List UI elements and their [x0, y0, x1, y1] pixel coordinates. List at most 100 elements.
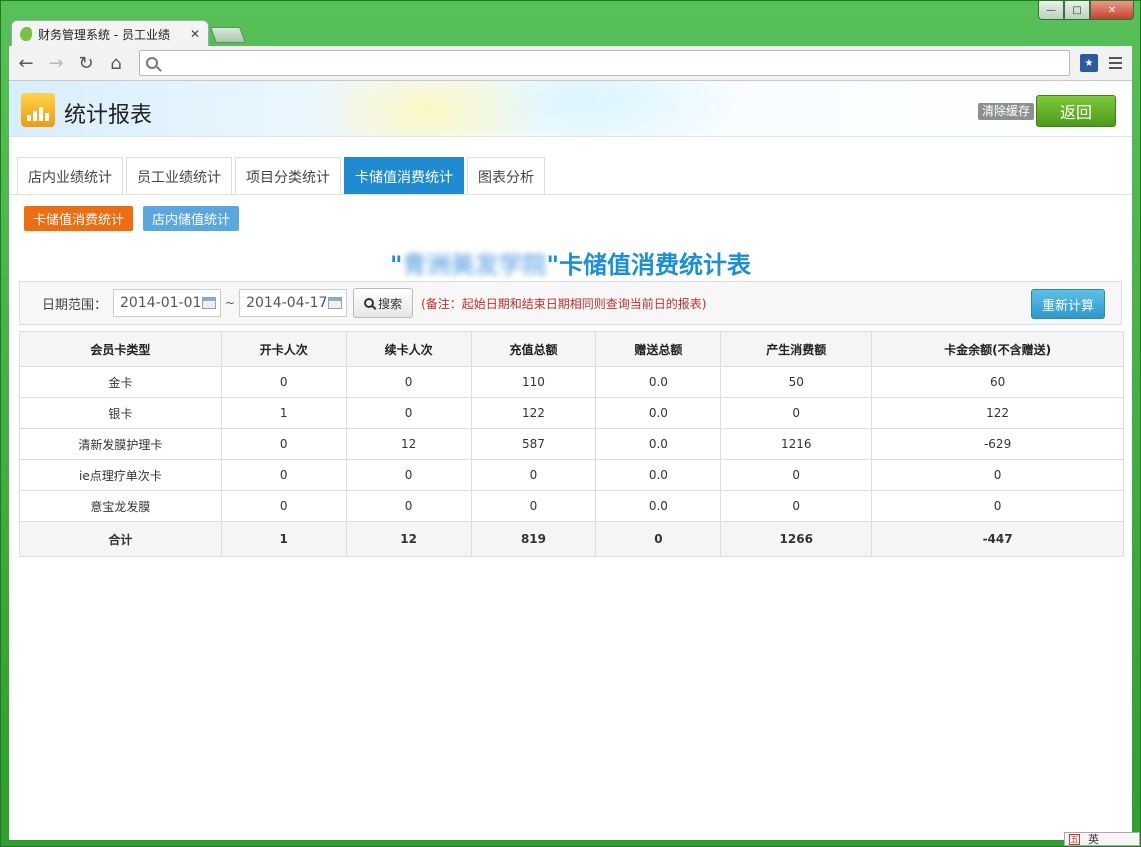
table-cell: 587 — [470, 428, 597, 460]
col-recharge-total: 充值总额 — [470, 331, 597, 367]
table-cell: -629 — [871, 428, 1124, 460]
page-header: 统计报表 清除缓存 返回 — [9, 81, 1132, 137]
table-cell: 122 — [470, 397, 597, 429]
browser-tab[interactable]: 财务管理系统 - 员工业绩 ✕ — [11, 20, 209, 47]
start-date-field[interactable]: 2014-01-01 — [113, 289, 222, 317]
date-range-label: 日期范围： — [42, 297, 108, 313]
search-icon — [146, 57, 158, 69]
table-cell: 0 — [470, 459, 597, 491]
report-chart-icon — [21, 93, 55, 127]
back-button[interactable]: 返回 — [1036, 95, 1116, 127]
report-title-quote-open: " — [389, 251, 403, 279]
table-cell: 1216 — [720, 428, 873, 460]
close-window-button[interactable]: ✕ — [1090, 1, 1134, 20]
table-cell: 1 — [220, 397, 347, 429]
subtab-card-consumption[interactable]: 卡储值消费统计 — [24, 206, 134, 231]
subtab-store-stored-value[interactable]: 店内储值统计 — [143, 206, 240, 231]
tab-store-performance[interactable]: 店内业绩统计 — [17, 157, 123, 195]
table-cell: 0.0 — [595, 490, 722, 522]
back-arrow-icon[interactable]: ← — [13, 50, 39, 76]
search-icon — [364, 298, 375, 308]
table-row: 金卡 0 0 110 0.0 50 60 — [19, 366, 1124, 398]
tab-close-icon[interactable]: ✕ — [190, 27, 200, 41]
sub-tabs: 卡储值消费统计 店内储值统计 — [24, 206, 240, 231]
menu-icon[interactable] — [1102, 50, 1128, 76]
report-title-suffix: 卡储值消费统计表 — [559, 251, 752, 279]
table-cell: 意宝龙发膜 — [19, 490, 222, 522]
calendar-icon[interactable] — [328, 297, 343, 309]
col-renewals: 续卡人次 — [345, 331, 472, 367]
total-cell: 1 — [220, 521, 347, 557]
tab-item-category[interactable]: 项目分类统计 — [235, 157, 341, 195]
bookmark-icon[interactable]: ★ — [1080, 54, 1098, 72]
table-cell: 0 — [720, 459, 873, 491]
main-tabs: 店内业绩统计 员工业绩统计 项目分类统计 卡储值消费统计 图表分析 — [17, 157, 545, 195]
table-cell: 0 — [871, 459, 1124, 491]
browser-toolbar: ← → ↻ ⌂ ★ — [9, 46, 1132, 81]
table-row: 意宝龙发膜 0 0 0 0.0 0 0 — [19, 490, 1124, 522]
table-row: ie点理疗单次卡 0 0 0 0.0 0 0 — [19, 459, 1124, 491]
table-header-row: 会员卡类型 开卡人次 续卡人次 充值总额 赠送总额 产生消费额 卡金余额(不含赠… — [19, 331, 1124, 367]
address-bar[interactable] — [139, 50, 1070, 76]
end-date-field[interactable]: 2014-04-17 — [239, 289, 348, 317]
table-cell: 0 — [345, 397, 472, 429]
table-cell: 0 — [345, 366, 472, 398]
report-title: "青洲美发学院"卡储值消费统计表 — [9, 245, 1132, 280]
browser-tabstrip: 财务管理系统 - 员工业绩 ✕ — [11, 19, 246, 47]
table-cell: 0.0 — [595, 459, 722, 491]
report-title-store-name: 青洲美发学院 — [402, 251, 547, 279]
table-row: 清新发膜护理卡 0 12 587 0.0 1216 -629 — [19, 428, 1124, 460]
table-cell: 110 — [470, 366, 597, 398]
col-bonus-total: 赠送总额 — [595, 331, 722, 367]
filter-note: (备注：起始日期和结束日期相同则查询当前日的报表) — [421, 296, 707, 311]
browser-window: — □ ✕ 财务管理系统 - 员工业绩 ✕ ← → ↻ ⌂ ★ 统计报表 清除缓… — [0, 0, 1141, 847]
col-balance: 卡金余额(不含赠送) — [871, 331, 1124, 367]
table-cell: 金卡 — [19, 366, 222, 398]
table-cell: 0 — [220, 490, 347, 522]
total-cell: 12 — [345, 521, 472, 557]
new-tab-button[interactable] — [210, 27, 246, 43]
end-date-value: 2014-04-17 — [246, 295, 328, 311]
search-button[interactable]: 搜索 — [353, 288, 414, 318]
page-viewport: 统计报表 清除缓存 返回 店内业绩统计 员工业绩统计 项目分类统计 卡储值消费统… — [9, 81, 1132, 840]
total-cell: 0 — [595, 521, 722, 557]
reload-icon[interactable]: ↻ — [73, 50, 99, 76]
forward-arrow-icon[interactable]: → — [43, 50, 69, 76]
browser-tab-title: 财务管理系统 - 员工业绩 — [38, 27, 170, 42]
table-cell: 银卡 — [19, 397, 222, 429]
home-icon[interactable]: ⌂ — [103, 50, 129, 76]
table-cell: ie点理疗单次卡 — [19, 459, 222, 491]
search-button-label: 搜索 — [378, 296, 403, 311]
url-input[interactable] — [164, 53, 1063, 73]
table-cell: 0 — [220, 428, 347, 460]
page-title: 统计报表 — [64, 103, 153, 128]
ime-logo-icon: 五 — [1069, 833, 1080, 845]
tab-card-stored-value[interactable]: 卡储值消费统计 — [344, 157, 464, 195]
date-separator: ~ — [225, 296, 236, 310]
table-cell: 0 — [220, 459, 347, 491]
recalculate-button[interactable]: 重新计算 — [1031, 289, 1105, 319]
ime-indicator[interactable]: 五 英 — [1064, 832, 1140, 846]
minimize-button[interactable]: — — [1038, 1, 1064, 20]
window-controls: — □ ✕ — [1038, 1, 1134, 21]
table-cell: 12 — [345, 428, 472, 460]
tab-chart-analysis[interactable]: 图表分析 — [467, 157, 545, 195]
maximize-button[interactable]: □ — [1064, 1, 1090, 20]
table-cell: 50 — [720, 366, 873, 398]
total-cell: 819 — [470, 521, 597, 557]
table-cell: 0 — [720, 490, 873, 522]
table-cell: 0.0 — [595, 366, 722, 398]
calendar-icon[interactable] — [202, 297, 217, 309]
favicon-icon — [20, 27, 32, 41]
ime-mode[interactable]: 英 — [1088, 831, 1099, 847]
table-cell: 122 — [871, 397, 1124, 429]
table-cell: 60 — [871, 366, 1124, 398]
table-cell: 0 — [220, 366, 347, 398]
col-new-cards: 开卡人次 — [220, 331, 347, 367]
report-title-quote-close: " — [546, 251, 560, 279]
table-cell: 0.0 — [595, 397, 722, 429]
table-cell: 0 — [720, 397, 873, 429]
clear-cache-button[interactable]: 清除缓存 — [977, 103, 1034, 120]
filter-bar: 日期范围： 2014-01-01 ~ 2014-04-17 搜索 (备注：起始日… — [19, 281, 1122, 325]
tab-staff-performance[interactable]: 员工业绩统计 — [126, 157, 232, 195]
